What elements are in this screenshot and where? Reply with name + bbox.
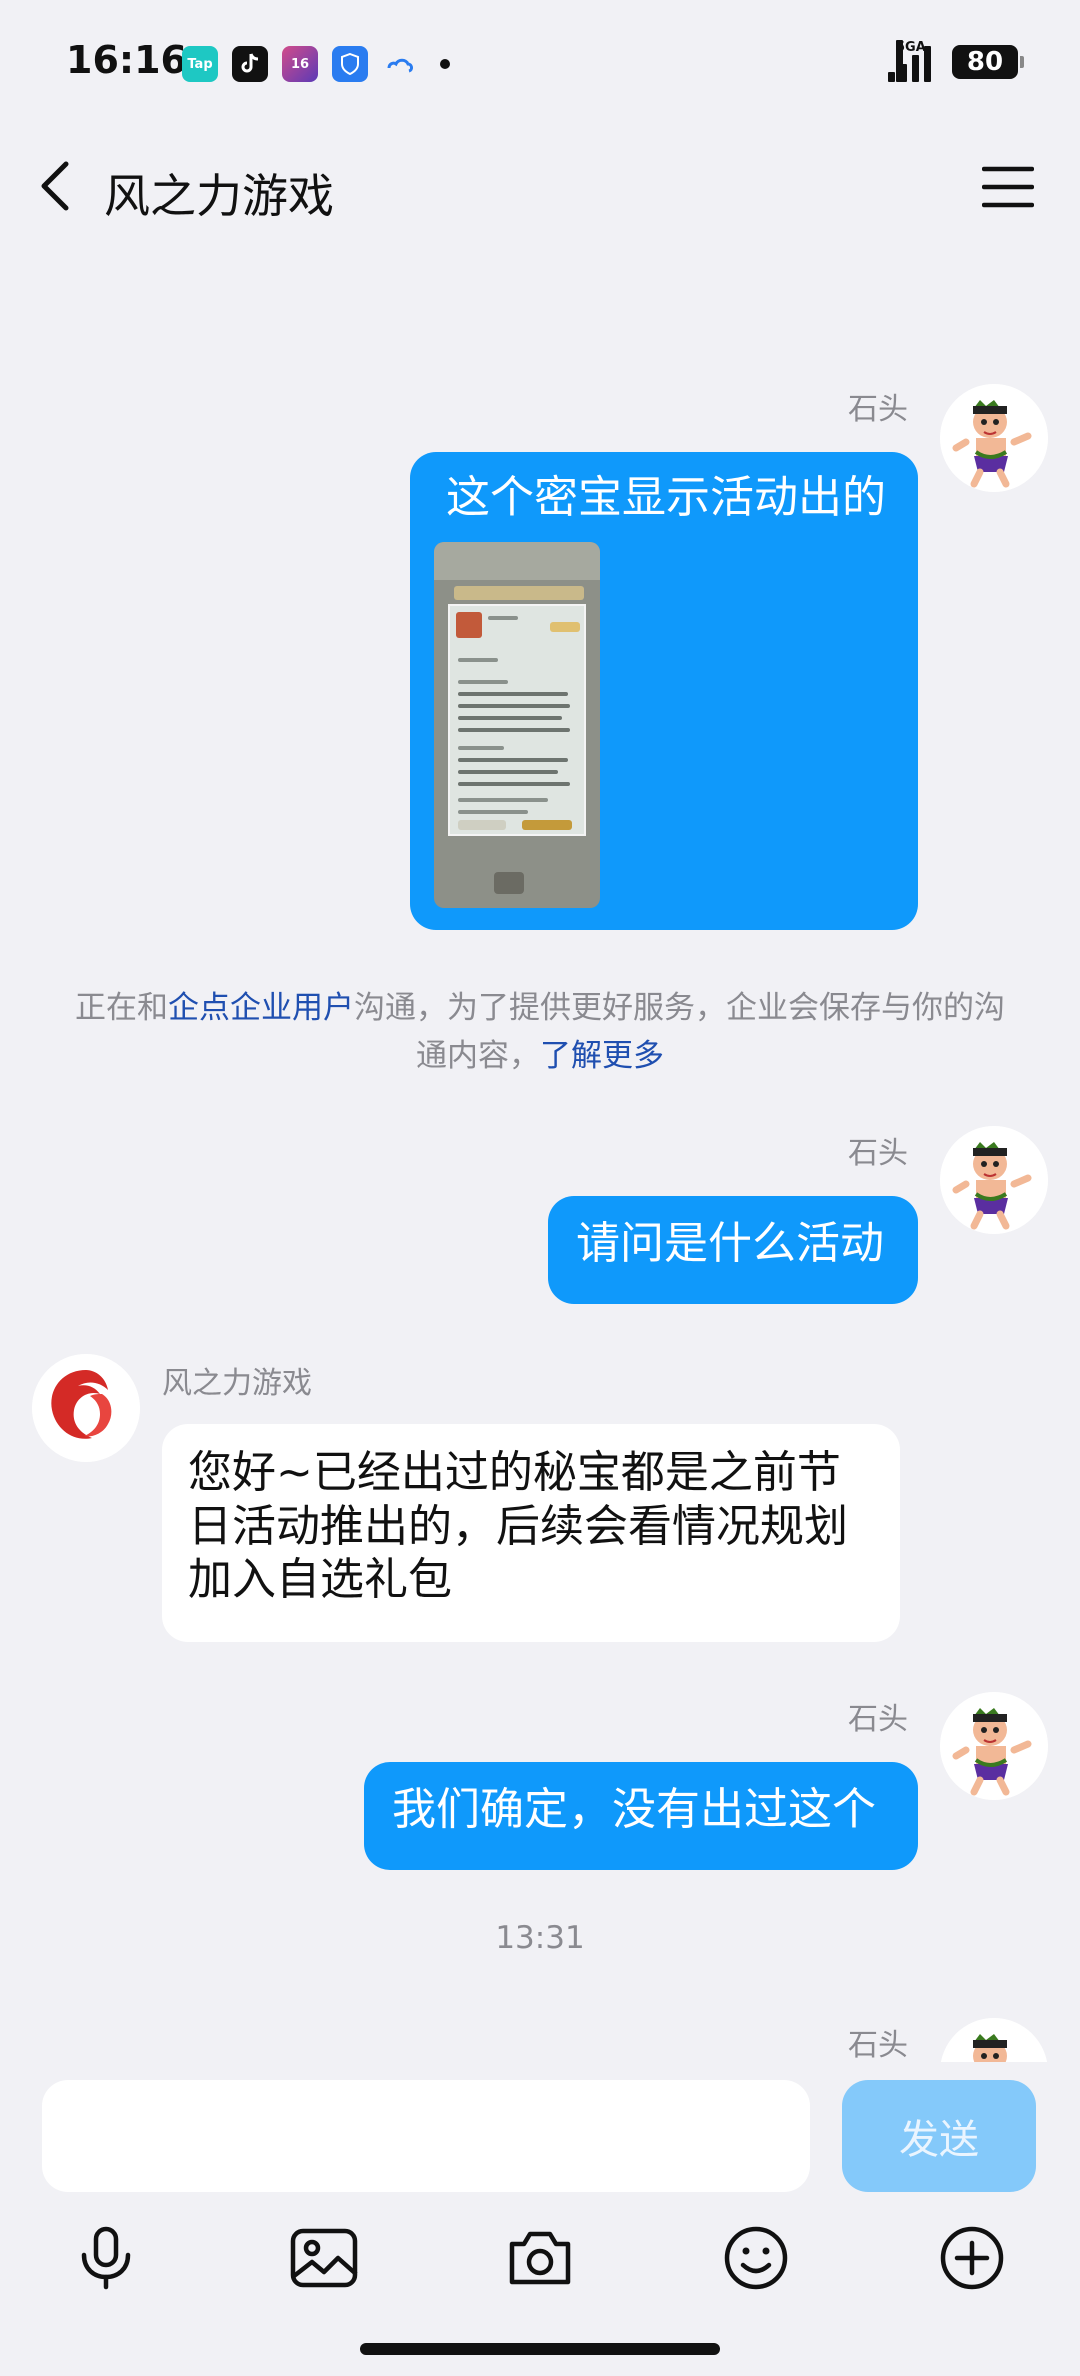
message-bubble-incoming[interactable]: 您好~已经出过的秘宝都是之前节日活动推出的，后续会看情况规划加入自选礼包 (162, 1424, 900, 1642)
notice-text: 沟通，为了提供更好服务，企业会保存与你的沟通内容， (354, 990, 1005, 1075)
message-bubble-outgoing[interactable]: 请问是什么活动 (548, 1196, 918, 1304)
avatar[interactable] (940, 2018, 1048, 2062)
sender-name: 风之力游戏 (162, 1366, 312, 1401)
chat-title: 风之力游戏 (104, 169, 334, 223)
screenshot-image[interactable] (434, 542, 600, 908)
status-app-icons: Tap 16 (182, 46, 450, 82)
avatar[interactable] (940, 384, 1048, 492)
status-bar: 16:16 Tap 16 5GA 80 (0, 0, 1080, 110)
message-input[interactable] (42, 2080, 810, 2192)
enterprise-user-link[interactable]: 企点企业用户 (168, 990, 354, 1026)
sender-name: 石头 (848, 2028, 908, 2062)
status-time: 16:16 (66, 38, 187, 82)
sender-name: 石头 (848, 1702, 908, 1737)
plus-circle-icon[interactable] (936, 2222, 1008, 2294)
message-text: 请问是什么活动 (576, 1218, 884, 1269)
menu-icon[interactable] (981, 164, 1035, 210)
message-text: 我们确定，没有出过这个 (392, 1784, 876, 1835)
avatar[interactable] (940, 1692, 1048, 1800)
chat-header: 风之力游戏 (0, 140, 1080, 240)
sixteen-app-icon: 16 (282, 46, 318, 82)
cloud-app-icon (382, 46, 418, 82)
notice-text: 正在和 (75, 990, 168, 1026)
battery-icon: 80 (952, 45, 1024, 79)
message-bubble-outgoing[interactable]: 我们确定，没有出过这个 (364, 1762, 918, 1870)
camera-icon[interactable] (504, 2222, 576, 2294)
avatar[interactable] (940, 1126, 1048, 1234)
image-icon[interactable] (288, 2222, 360, 2294)
avatar[interactable] (32, 1354, 140, 1462)
microphone-icon[interactable] (70, 2222, 142, 2294)
signal-icon: 5GA (884, 40, 938, 82)
learn-more-link[interactable]: 了解更多 (540, 1038, 664, 1074)
message-text: 您好~已经出过的秘宝都是之前节日活动推出的，后续会看情况规划加入自选礼包 (188, 1447, 848, 1606)
privacy-notice: 正在和企点企业用户沟通，为了提供更好服务，企业会保存与你的沟通内容，了解更多 (60, 984, 1020, 1080)
tiktok-app-icon (232, 46, 268, 82)
emoji-icon[interactable] (720, 2222, 792, 2294)
status-indicators: 5GA 80 (884, 40, 1024, 82)
sender-name: 石头 (848, 392, 908, 427)
message-timestamp: 13:31 (495, 1920, 585, 1956)
back-arrow-icon[interactable] (30, 156, 90, 216)
shield-app-icon (332, 46, 368, 82)
sender-name: 石头 (848, 1136, 908, 1171)
tap-app-icon: Tap (182, 46, 218, 82)
composer-bar: 发送 (0, 2062, 1080, 2376)
message-text: 这个密宝显示活动出的 (446, 472, 886, 523)
send-button[interactable]: 发送 (842, 2080, 1036, 2192)
notification-dot (440, 59, 450, 69)
chat-message-list[interactable]: 石头 这个密宝显示活动出的 正在和企点企业用户沟通，为了提供更好服务，企业会保存… (0, 240, 1080, 2062)
home-indicator[interactable] (360, 2343, 720, 2355)
